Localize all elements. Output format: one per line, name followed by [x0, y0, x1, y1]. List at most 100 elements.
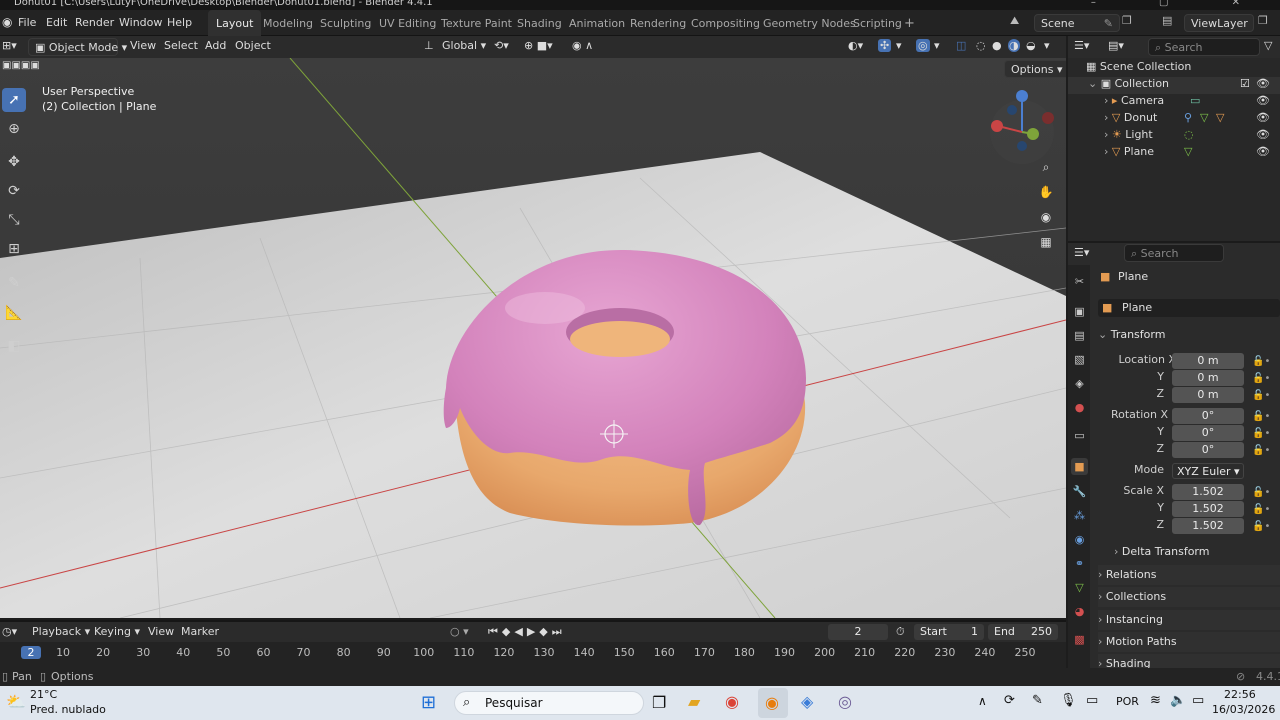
transform-icon[interactable]: ⊞ [2, 237, 26, 261]
davinci-icon[interactable]: ◈ [801, 692, 813, 711]
volume-icon[interactable]: 🔈 [1170, 693, 1186, 708]
tab-texture-paint[interactable]: Texture Paint [433, 10, 520, 36]
visibility-icon[interactable]: ◐▾ [848, 39, 863, 52]
physics-tab-icon[interactable]: ◉ [1071, 531, 1088, 548]
modifiers-tab-icon[interactable]: 🔧 [1071, 483, 1088, 500]
zoom-icon[interactable]: ⌕ [1035, 156, 1057, 178]
language-indicator[interactable]: POR [1116, 695, 1139, 708]
display-mode-icon[interactable]: ▤▾ [1108, 39, 1124, 52]
outliner-item-plane[interactable]: › ▽ Plane ▽ 👁 [1068, 145, 1280, 162]
data-tab-icon[interactable]: ▽ [1071, 579, 1088, 596]
taskbar-search[interactable]: ⌕ Pesquisar [454, 691, 644, 715]
task-view-icon[interactable]: ❐ [652, 693, 666, 712]
material-tab-icon[interactable]: ◕ [1071, 603, 1088, 620]
rotation-lock-icons[interactable]: 🔓• 🔓• 🔓• [1252, 408, 1270, 459]
render-tab-icon[interactable]: ▣ [1071, 303, 1088, 320]
shading-solid-icon[interactable]: ● [992, 39, 1002, 52]
menu-select[interactable]: Select [164, 39, 198, 52]
menu-help[interactable]: Help [167, 16, 192, 29]
scene-field[interactable]: Scene ✎ [1034, 14, 1120, 32]
clock-date[interactable]: 16/03/2026 [1212, 703, 1275, 716]
add-workspace-icon[interactable]: + [896, 10, 923, 36]
rotation-z-field[interactable]: 0° [1172, 442, 1244, 458]
scale-lock-icons[interactable]: 🔓• 🔓• 🔓• [1252, 484, 1270, 535]
start-frame-field[interactable]: Start 1 [914, 624, 984, 640]
editor-type-icon[interactable]: ⊞▾ [2, 39, 17, 52]
location-z-field[interactable]: 0 m [1172, 387, 1244, 403]
outliner-editor-icon[interactable]: ☰▾ [1074, 39, 1089, 52]
tool-tab-icon[interactable]: ✂ [1071, 273, 1088, 290]
menu-window[interactable]: Window [119, 16, 162, 29]
file-explorer-icon[interactable]: ▰ [688, 692, 700, 711]
measure-icon[interactable]: 📐 [2, 301, 26, 325]
annotate-icon[interactable]: ✎ [2, 271, 26, 295]
preview-range-icon[interactable]: ⏱ [896, 625, 905, 639]
viewlayer-field[interactable]: ViewLayer [1184, 14, 1254, 32]
output-tab-icon[interactable]: ▤ [1071, 327, 1088, 344]
move-icon[interactable]: ✥ [2, 150, 26, 174]
relations-panel[interactable]: › Relations [1098, 565, 1280, 585]
menu-keying[interactable]: Keying ▾ [94, 625, 140, 638]
rotation-y-field[interactable]: 0° [1172, 425, 1244, 441]
wifi-icon[interactable]: ≋ [1150, 693, 1161, 708]
end-frame-field[interactable]: End 250 [988, 624, 1058, 640]
overlay-dropdown-icon[interactable]: ▾ [934, 39, 940, 52]
eye-icon[interactable]: 👁 [1256, 77, 1270, 90]
menu-edit[interactable]: Edit [46, 16, 67, 29]
scene-tab-icon[interactable]: ◈ [1071, 375, 1088, 392]
clock-time[interactable]: 22:56 [1224, 688, 1256, 701]
outliner-item-camera[interactable]: › ▸ Camera ▭ 👁 [1068, 94, 1280, 111]
options-dropdown[interactable]: Options ▾ [1004, 60, 1066, 78]
microphone-icon[interactable]: 🎙 [1060, 693, 1077, 708]
overlay-toggle-icon[interactable]: ◎ [916, 39, 930, 52]
object-tab-icon[interactable]: ■ [1071, 458, 1088, 475]
transform-panel-header[interactable]: ⌄ Transform [1098, 325, 1280, 345]
gizmo-toggle-icon[interactable]: ✣ [878, 39, 892, 52]
camera-view-icon[interactable]: ◉ [1035, 206, 1057, 228]
instancing-panel[interactable]: › Instancing [1098, 610, 1280, 630]
new-viewlayer-icon[interactable]: ❐ [1258, 14, 1268, 27]
scale-z-field[interactable]: 1.502 [1172, 518, 1244, 534]
shading-material-icon[interactable]: ◑ [1008, 39, 1020, 52]
scale-icon[interactable]: ⤡ [2, 208, 26, 232]
weather-icon[interactable]: ⛅ [6, 692, 26, 711]
shading-dropdown-icon[interactable]: ▾ [1044, 39, 1050, 52]
rotate-icon[interactable]: ⟳ [2, 179, 26, 203]
outliner-scene-collection[interactable]: ▦ Scene Collection [1068, 60, 1280, 77]
new-scene-icon[interactable]: ❐ [1122, 14, 1132, 27]
object-name-field[interactable]: ■ Plane [1098, 299, 1280, 317]
checkbox-icon[interactable]: ☑ [1240, 77, 1250, 90]
rotation-mode-dropdown[interactable]: XYZ Euler ▾ [1172, 463, 1244, 479]
snap-icon[interactable]: ⊕ ■▾ [524, 39, 553, 52]
motion-paths-panel[interactable]: › Motion Paths [1098, 632, 1280, 652]
outliner-item-light[interactable]: › ☀ Light ◌ 👁 [1068, 128, 1280, 145]
menu-marker[interactable]: Marker [181, 625, 219, 638]
scale-x-field[interactable]: 1.502 [1172, 484, 1244, 500]
windows-start-icon[interactable]: ⊞ [421, 692, 436, 713]
proportional-edit-icon[interactable]: ◉ ∧ [572, 39, 593, 52]
outliner-collection[interactable]: ⌄ ▣ Collection ☑ 👁 [1068, 77, 1280, 94]
eye-icon[interactable]: 👁 [1256, 145, 1270, 158]
playback-controls[interactable]: ⏮◆◀▶◆⏭ [488, 625, 566, 639]
selection-mode-icons[interactable]: ▣▣▣▣ [2, 60, 74, 76]
gizmo-dropdown-icon[interactable]: ▾ [896, 39, 902, 52]
orientation-dropdown[interactable]: Global ▾ [442, 39, 486, 52]
properties-editor-icon[interactable]: ☰▾ [1074, 246, 1089, 259]
scale-y-field[interactable]: 1.502 [1172, 501, 1244, 517]
eye-icon[interactable]: 👁 [1256, 111, 1270, 124]
particles-tab-icon[interactable]: ⁂ [1071, 507, 1088, 524]
menu-playback[interactable]: Playback ▾ [32, 625, 90, 638]
menu-object[interactable]: Object [235, 39, 271, 52]
eye-icon[interactable]: 👁 [1256, 94, 1270, 107]
viewlayer-icon[interactable]: ▤ [1162, 14, 1172, 27]
shading-wireframe-icon[interactable]: ◌ [976, 39, 986, 52]
outliner-item-donut[interactable]: › ▽ Donut ⚲ ▽ ▽ 👁 [1068, 111, 1280, 128]
timeline-editor-icon[interactable]: ◷▾ [2, 625, 17, 638]
rotation-x-field[interactable]: 0° [1172, 408, 1244, 424]
chrome-icon[interactable]: ◉ [725, 692, 739, 711]
menu-add[interactable]: Add [205, 39, 226, 52]
pivot-icon[interactable]: ⟲▾ [494, 39, 509, 52]
obs-icon[interactable]: ◎ [838, 692, 852, 711]
tray-app-icon[interactable]: ⟳ [1004, 693, 1015, 708]
scene-selector-icon[interactable]: ⛰ [1010, 14, 1019, 28]
